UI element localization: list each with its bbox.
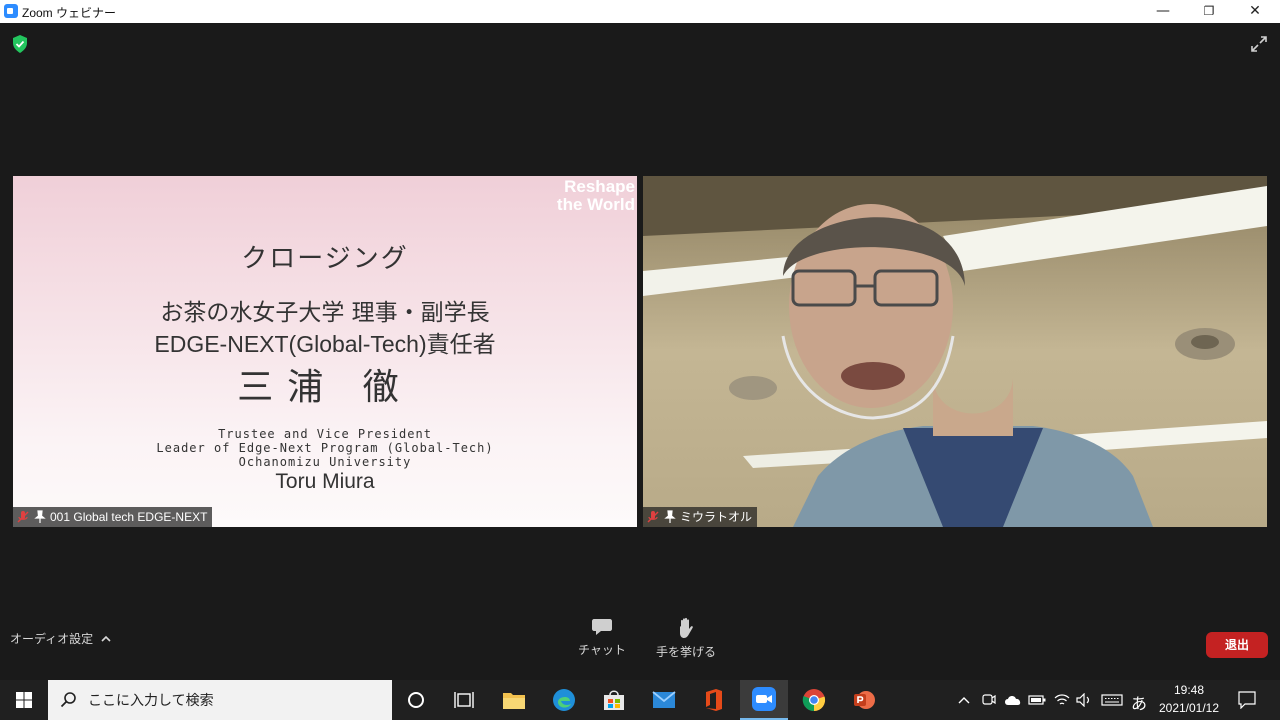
slide-speaker-name-jp: 三浦 徹 (237, 367, 413, 408)
slide-en-title: Trustee and Vice President (218, 427, 432, 441)
meeting-area: Reshape the World クロージング お茶の水女子大学 理事・副学長… (0, 23, 1280, 680)
windows-logo-icon (16, 692, 32, 708)
start-button[interactable] (0, 680, 48, 720)
chat-button[interactable]: チャット (567, 617, 637, 658)
taskbar-powerpoint[interactable] (840, 680, 888, 720)
taskbar-store[interactable] (590, 680, 638, 720)
slide-badge-line1: Reshape (564, 177, 635, 196)
participant-name: ミウラトオル (680, 510, 753, 524)
shared-slide-tile[interactable]: Reshape the World クロージング お茶の水女子大学 理事・副学長… (13, 176, 637, 527)
raise-hand-icon (680, 617, 693, 638)
meeting-controls: オーディオ設定 チャット 手を挙げる 退出 (0, 607, 1280, 680)
raise-hand-button[interactable]: 手を挙げる (651, 617, 721, 660)
raise-hand-label: 手を挙げる (655, 645, 716, 659)
folder-icon (503, 693, 525, 709)
window-titlebar: Zoom ウェビナー — ❐ ✕ (0, 0, 1280, 23)
pin-icon (34, 510, 46, 523)
powerpoint-icon (854, 691, 875, 709)
muted-mic-icon (17, 511, 29, 523)
taskbar-chrome[interactable] (790, 680, 838, 720)
taskbar-explorer[interactable] (490, 680, 538, 720)
edge-icon (553, 689, 575, 711)
muted-mic-icon (647, 511, 659, 523)
onedrive-icon[interactable] (1004, 694, 1022, 706)
battery-icon[interactable] (1028, 695, 1046, 705)
task-view-button[interactable] (440, 680, 488, 720)
chat-label: チャット (578, 643, 626, 657)
taskbar-office[interactable] (690, 680, 738, 720)
slide-speaker-name-en: Toru Miura (275, 470, 375, 493)
audio-settings-label: オーディオ設定 (10, 632, 94, 646)
participant-name: 001 Global tech EDGE-NEXT (50, 510, 208, 524)
mail-icon (652, 691, 676, 708)
leave-button[interactable]: 退出 (1206, 632, 1268, 658)
close-button[interactable]: ✕ (1232, 0, 1278, 23)
taskbar-mail[interactable] (640, 680, 688, 720)
cortana-icon (408, 692, 424, 708)
keyboard-icon[interactable] (1101, 694, 1123, 706)
wifi-icon[interactable] (1054, 693, 1070, 707)
meet-now-icon[interactable] (982, 692, 996, 708)
taskbar-search[interactable]: ここに入力して検索 (48, 680, 392, 720)
chat-bubble-icon (592, 619, 612, 635)
taskbar-clock[interactable]: 19:48 2021/01/12 (1152, 683, 1226, 715)
tray-expand-icon[interactable] (958, 696, 970, 704)
ime-indicator[interactable]: あ (1129, 690, 1149, 714)
taskbar-edge[interactable] (540, 680, 588, 720)
zoom-app-icon (4, 4, 18, 18)
security-shield-icon[interactable] (12, 35, 28, 53)
chrome-icon (802, 689, 826, 712)
window-title: Zoom ウェビナー (22, 6, 117, 20)
volume-icon[interactable] (1076, 693, 1092, 707)
office-icon (706, 689, 722, 711)
windows-taskbar: ここに入力して検索 あ 19:48 2021/01/12 (0, 680, 1280, 720)
zoom-icon (752, 687, 776, 711)
participant-name-label: ミウラトオル (643, 507, 758, 527)
cortana-button[interactable] (392, 680, 440, 720)
participant-name-label: 001 Global tech EDGE-NEXT (13, 507, 213, 527)
participant-video-tile[interactable]: ミウラトオル (643, 176, 1267, 527)
audio-settings-button[interactable]: オーディオ設定 (10, 630, 111, 647)
clock-date: 2021/01/12 (1158, 701, 1220, 715)
chevron-up-icon (101, 635, 111, 642)
task-view-icon (454, 692, 474, 708)
store-icon (604, 690, 624, 710)
slide-en-university: Ochanomizu University (238, 455, 412, 469)
pin-icon (664, 510, 676, 523)
slide-badge: Reshape the World (557, 178, 635, 214)
slide-affiliation: お茶の水女子大学 理事・副学長 (160, 300, 490, 326)
slide-badge-line2: the World (556, 195, 635, 214)
search-placeholder: ここに入力して検索 (88, 693, 214, 709)
search-icon (60, 692, 76, 708)
slide-role: EDGE-NEXT(Global-Tech)責任者 (154, 331, 496, 357)
minimize-button[interactable]: — (1140, 0, 1186, 23)
restore-button[interactable]: ❐ (1186, 0, 1232, 23)
video-feed (643, 176, 1267, 527)
slide-en-program: Leader of Edge-Next Program (Global-Tech… (156, 441, 494, 455)
slide-title: クロージング (241, 244, 409, 274)
taskbar-zoom[interactable] (740, 680, 788, 720)
fullscreen-icon[interactable] (1250, 35, 1268, 53)
clock-time: 19:48 (1173, 683, 1205, 697)
notification-icon[interactable] (1238, 691, 1256, 709)
